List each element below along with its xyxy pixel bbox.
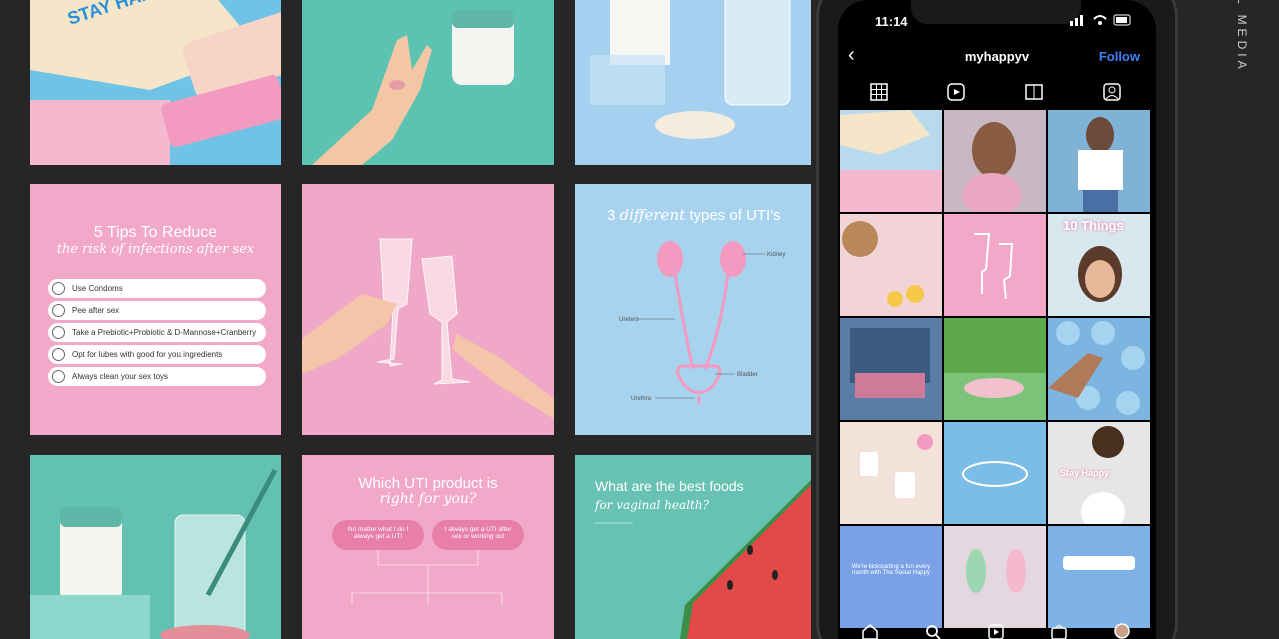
bottle-icon (52, 348, 65, 361)
label-urethra: Urethra (631, 396, 652, 402)
reels-nav-icon[interactable] (987, 623, 1005, 639)
tips-subtitle: the risk of infections after sex (56, 242, 255, 257)
tile-water-glass[interactable] (575, 0, 811, 165)
water-glass-photo (575, 0, 811, 165)
reels-icon[interactable] (946, 82, 966, 102)
condom-icon (52, 282, 65, 295)
status-icons (1070, 14, 1131, 26)
guides-icon[interactable] (1024, 82, 1044, 102)
grid-post[interactable] (840, 422, 942, 524)
tile-product-glass[interactable] (30, 455, 281, 639)
tile-champagne[interactable] (302, 184, 554, 435)
label-bladder: Bladder (737, 372, 758, 378)
tile-tips-card[interactable]: 5 Tips To Reduce the risk of infections … (30, 184, 281, 435)
profile-avatar-icon[interactable] (1113, 622, 1131, 639)
tile-tote-bag[interactable]: STAY HAPPY STAY HAPPY STAY HAPPY (30, 0, 281, 165)
label-ureters: Ureters (619, 317, 639, 323)
phone-notch (911, 0, 1081, 24)
tip-item: Take a Prebiotic+Probiotic & D-Mannose+C… (48, 323, 266, 342)
tile-product-quiz[interactable]: Which UTI product is right for you? No m… (302, 455, 554, 639)
tile-uti-diagram[interactable]: 3 different types of UTI's Kidney Ureter… (575, 184, 811, 435)
uti-title-italic: different (620, 206, 687, 224)
tile-hand-pills[interactable] (302, 0, 554, 165)
home-icon[interactable] (861, 623, 879, 639)
tote-bag-photo: STAY HAPPY STAY HAPPY STAY HAPPY (30, 0, 281, 165)
grid-post[interactable] (1048, 318, 1150, 420)
grid-icon[interactable] (869, 82, 889, 102)
grid-post[interactable]: We're kickstarting a fun every month wit… (840, 526, 942, 628)
grid-post[interactable]: 10 Things (1048, 214, 1150, 316)
shop-icon[interactable] (1050, 623, 1068, 639)
svg-text:3 different types of UTI's: 3 different types of UTI's (607, 206, 781, 224)
uti-diagram: 3 different types of UTI's Kidney Ureter… (575, 184, 811, 435)
tile-watermelon[interactable]: What are the best foods for vaginal heal… (575, 455, 811, 639)
label-kidney: Kidney (767, 252, 785, 258)
tip-item: Opt for lubes with good for you ingredie… (48, 345, 266, 364)
bottom-nav (838, 620, 1156, 639)
follow-button[interactable]: Follow (1099, 49, 1140, 64)
grid-post[interactable] (944, 110, 1046, 212)
hand-pills-photo (302, 0, 554, 165)
side-label: L MEDIA (1235, 0, 1249, 73)
grid-post[interactable] (944, 526, 1046, 628)
tips-title: 5 Tips To Reduce (93, 224, 218, 241)
tip-item: Always clean your sex toys (48, 367, 266, 386)
foods-title: What are the best foods (595, 478, 744, 494)
instagram-header: ‹ myhappyv Follow (838, 44, 1156, 70)
grid-post[interactable] (840, 214, 942, 316)
status-time: 11:14 (875, 14, 908, 29)
grid-post[interactable] (944, 318, 1046, 420)
uti-title-rest: types of UTI's (689, 207, 780, 224)
profile-tabs (838, 80, 1156, 106)
tip-item: Use Condoms (48, 279, 266, 298)
product-glass-photo (30, 455, 281, 639)
search-icon[interactable] (924, 623, 942, 639)
grid-post[interactable] (1048, 110, 1150, 212)
tip-item: Pee after sex (48, 301, 266, 320)
grid-post[interactable] (1048, 526, 1150, 628)
foods-subtitle: for vaginal health? (594, 498, 710, 512)
grid-text-feed: We're kickstarting a fun every month wit… (851, 564, 931, 576)
grid-post[interactable] (840, 318, 942, 420)
grid-post[interactable]: Stay Happy (1048, 422, 1150, 524)
toy-icon (52, 370, 65, 383)
drop-icon (52, 304, 65, 317)
watermelon-photo: What are the best foods for vaginal heal… (575, 455, 811, 639)
quiz-connector-lines (351, 550, 503, 605)
grid-post[interactable] (944, 214, 1046, 316)
uti-title-number: 3 (607, 207, 615, 224)
tagged-icon[interactable] (1102, 82, 1122, 102)
capsule-icon (52, 326, 65, 339)
grid-post[interactable] (944, 422, 1046, 524)
grid-post[interactable] (840, 110, 942, 212)
champagne-photo (302, 184, 554, 435)
